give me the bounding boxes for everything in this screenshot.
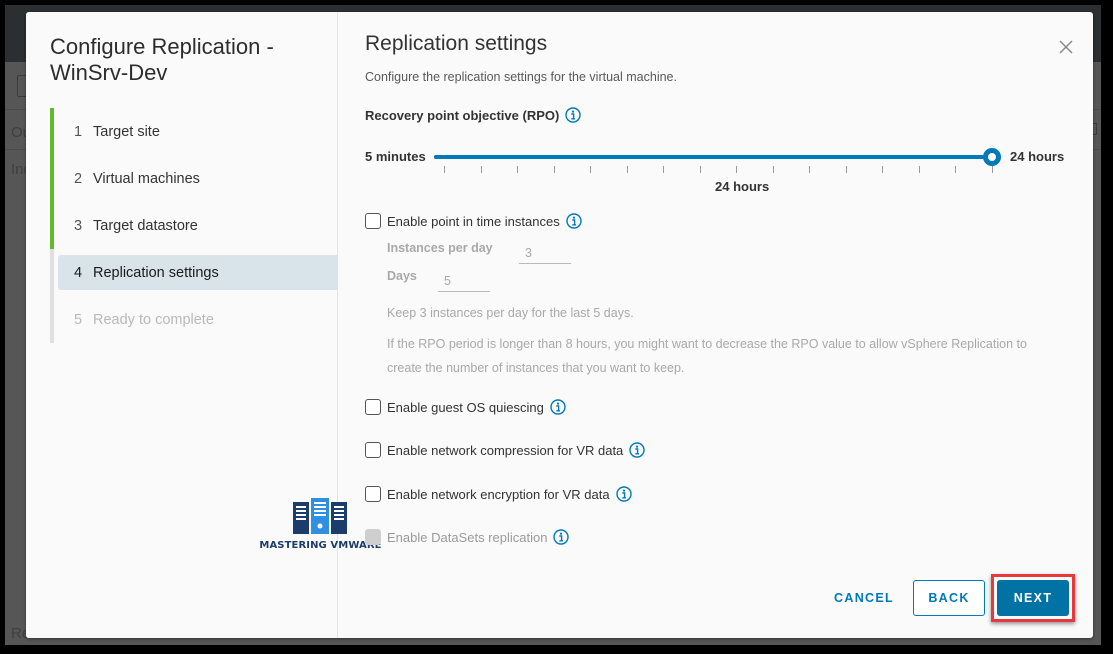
wizard-title: Configure Replication - WinSrv-Dev bbox=[50, 34, 274, 85]
slider-tick bbox=[663, 166, 665, 173]
info-icon[interactable] bbox=[553, 529, 570, 545]
point-in-time-checkbox[interactable] bbox=[365, 213, 381, 229]
step-label: Target site bbox=[93, 123, 160, 140]
info-icon[interactable] bbox=[629, 442, 645, 458]
guest-os-quiescing-option: Enable guest OS quiescing bbox=[365, 399, 566, 415]
retention-summary-text: Keep 3 instances per day for the last 5 … bbox=[387, 306, 634, 320]
step-number: 1 bbox=[74, 123, 83, 140]
wizard-steps: 1 Target site 2 Virtual machines 3 Targe… bbox=[50, 108, 338, 343]
info-icon[interactable] bbox=[550, 399, 566, 415]
slider-tick bbox=[517, 166, 519, 173]
rpo-hint-text: If the RPO period is longer than 8 hours… bbox=[387, 337, 1027, 375]
close-icon bbox=[1059, 40, 1073, 54]
rpo-label-text: Recovery point objective (RPO) bbox=[365, 107, 560, 123]
slider-tick bbox=[955, 166, 957, 173]
step-number: 5 bbox=[74, 311, 83, 328]
datasets-replication-option: Enable DataSets replication bbox=[365, 529, 570, 545]
slider-tick bbox=[480, 166, 482, 173]
point-in-time-option: Enable point in time instances bbox=[365, 213, 582, 229]
step-label: Virtual machines bbox=[93, 170, 200, 187]
slider-tick bbox=[772, 166, 774, 173]
step-label: Replication settings bbox=[93, 264, 219, 281]
slider-tick bbox=[845, 166, 847, 173]
slider-tick bbox=[918, 166, 920, 173]
page-subtitle: Configure the replication settings for t… bbox=[365, 70, 677, 84]
guest-os-quiescing-checkbox[interactable] bbox=[365, 399, 381, 415]
days-label: Days bbox=[387, 269, 417, 283]
point-in-time-label: Enable point in time instances bbox=[387, 213, 560, 229]
wizard-step-virtual-machines[interactable]: 2 Virtual machines bbox=[50, 155, 338, 202]
days-input[interactable] bbox=[438, 270, 490, 292]
rpo-current-value: 24 hours bbox=[715, 179, 770, 194]
close-button[interactable] bbox=[1057, 38, 1075, 56]
wizard-step-target-site[interactable]: 1 Target site bbox=[50, 108, 338, 155]
network-compression-checkbox[interactable] bbox=[365, 442, 381, 458]
slider-thumb[interactable] bbox=[983, 148, 1001, 166]
instances-per-day-label: Instances per day bbox=[387, 241, 493, 255]
slider-tick bbox=[736, 166, 738, 173]
step-label: Target datastore bbox=[93, 217, 198, 234]
slider-tick bbox=[882, 166, 884, 173]
rpo-label: Recovery point objective (RPO) bbox=[365, 107, 582, 123]
network-encryption-label: Enable network encryption for VR data bbox=[387, 486, 610, 502]
wizard-step-ready-to-complete: 5 Ready to complete bbox=[50, 296, 338, 343]
rpo-max-label: 24 hours bbox=[1010, 149, 1065, 164]
slider-tick bbox=[553, 166, 555, 173]
step-progress-rail bbox=[50, 108, 54, 155]
cancel-button[interactable]: CANCEL bbox=[825, 580, 903, 616]
step-progress-rail bbox=[50, 296, 54, 343]
step-number: 2 bbox=[74, 170, 83, 187]
replication-settings-panel: Replication settings Configure the repli… bbox=[339, 12, 1093, 638]
info-icon[interactable] bbox=[566, 213, 582, 229]
datasets-replication-label: Enable DataSets replication bbox=[387, 529, 548, 545]
info-icon[interactable] bbox=[565, 107, 582, 123]
step-number: 3 bbox=[74, 217, 83, 234]
wizard-step-target-datastore[interactable]: 3 Target datastore bbox=[50, 202, 338, 249]
page-title: Replication settings bbox=[365, 32, 548, 55]
wizard-sidebar: Configure Replication - WinSrv-Dev 1 Tar… bbox=[26, 12, 381, 638]
network-encryption-checkbox[interactable] bbox=[365, 486, 381, 502]
step-label: Ready to complete bbox=[93, 311, 214, 328]
step-number: 4 bbox=[74, 264, 83, 281]
slider-tick bbox=[590, 166, 592, 173]
guest-os-quiescing-label: Enable guest OS quiescing bbox=[387, 399, 544, 415]
next-button[interactable]: NEXT bbox=[997, 580, 1069, 616]
network-compression-option: Enable network compression for VR data bbox=[365, 442, 645, 458]
info-icon[interactable] bbox=[615, 486, 632, 502]
configure-replication-dialog: Configure Replication - WinSrv-Dev 1 Tar… bbox=[26, 12, 1093, 638]
instances-per-day-input[interactable] bbox=[519, 242, 571, 264]
step-progress-rail bbox=[50, 202, 54, 249]
slider-tick bbox=[699, 166, 701, 173]
step-progress-rail bbox=[50, 249, 54, 296]
slider-tick bbox=[992, 166, 993, 173]
rpo-slider[interactable] bbox=[434, 144, 1001, 184]
slider-fill bbox=[434, 155, 992, 159]
wizard-step-replication-settings[interactable]: 4 Replication settings bbox=[50, 249, 338, 296]
step-progress-rail bbox=[50, 155, 54, 202]
slider-tick bbox=[626, 166, 628, 173]
datasets-replication-checkbox bbox=[365, 529, 381, 545]
slider-tick bbox=[444, 166, 445, 173]
back-button[interactable]: BACK bbox=[913, 580, 985, 616]
slider-tick bbox=[809, 166, 811, 173]
network-encryption-option: Enable network encryption for VR data bbox=[365, 486, 632, 502]
rpo-min-label: 5 minutes bbox=[365, 149, 426, 164]
network-compression-label: Enable network compression for VR data bbox=[387, 442, 624, 458]
